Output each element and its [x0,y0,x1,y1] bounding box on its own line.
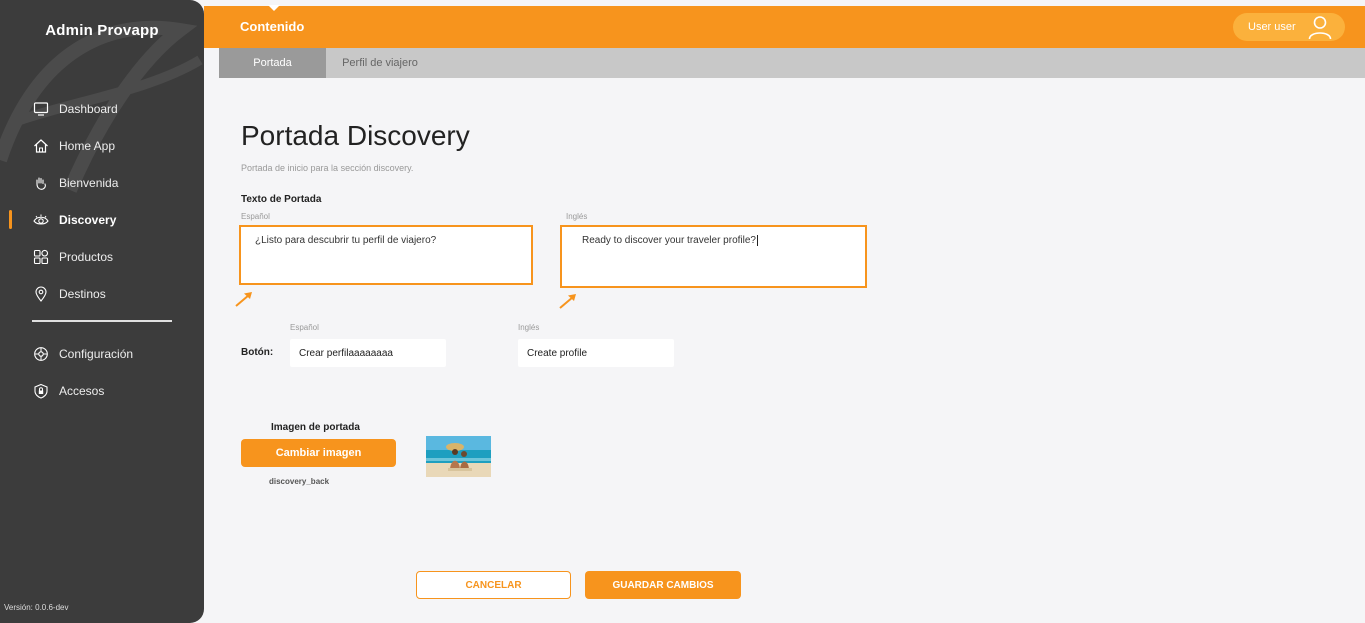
change-image-button[interactable]: Cambiar imagen [241,439,396,467]
sidebar-secondary-nav: Configuración Accesos [0,335,204,409]
cover-text-es-label: Español [241,212,270,221]
text-cursor [756,235,758,246]
button-en-input[interactable]: Create profile [518,339,674,367]
sidebar-nav: Dashboard Home App Bienvenida Discovery … [0,90,204,312]
cover-text-en-textarea[interactable]: Ready to discover your traveler profile? [560,225,867,288]
arrow-up-right-icon [235,292,252,307]
section-notch [268,5,280,11]
gear-icon [32,345,50,363]
cancel-button[interactable]: CANCELAR [416,571,571,599]
app-brand: Admin Provapp [45,22,159,39]
button-en-label: Inglés [518,323,540,332]
sidebar-item-configuracion[interactable]: Configuración [0,335,204,372]
cover-image-thumbnail [426,436,491,477]
sidebar-item-label: Bienvenida [59,175,119,190]
sidebar-item-dashboard[interactable]: Dashboard [0,90,204,127]
eye-icon [32,211,50,229]
sidebar-item-discovery[interactable]: Discovery [0,201,204,238]
button-es-label: Español [290,323,319,332]
home-icon [32,137,50,155]
monitor-icon [32,100,50,118]
content-tabs: Portada Perfil de viajero [219,48,1365,78]
sidebar-item-label: Accesos [59,383,105,398]
shield-lock-icon [32,382,50,400]
sidebar-item-accesos[interactable]: Accesos [0,372,204,409]
section-title: Contenido [240,19,305,34]
sidebar-item-home-app[interactable]: Home App [0,127,204,164]
location-pin-icon [32,285,50,303]
wave-hand-icon [32,174,50,192]
arrow-up-right-icon [559,294,576,309]
app-version: Versión: 0.0.6-dev [4,603,69,612]
button-es-input[interactable]: Crear perfilaaaaaaaa [290,339,446,367]
tab-portada[interactable]: Portada [219,48,326,78]
tab-perfil-de-viajero[interactable]: Perfil de viajero [326,48,434,78]
sidebar-item-label: Productos [59,249,114,264]
button-field-label: Botón: [241,347,274,358]
page-title: Portada Discovery [241,120,470,151]
cover-text-label: Texto de Portada [241,194,322,205]
sidebar-item-label: Home App [59,138,116,153]
cover-text-en-value: Ready to discover your traveler profile? [582,235,756,247]
cover-image-label: Imagen de portada [271,422,360,433]
sidebar: Admin Provapp Dashboard Home App Bienven… [0,0,204,623]
cover-text-es-textarea[interactable]: ¿Listo para descubrir tu perfil de viaje… [239,225,533,285]
sidebar-item-label: Configuración [59,346,134,361]
sidebar-item-label: Discovery [59,212,117,227]
sidebar-item-destinos[interactable]: Destinos [0,275,204,312]
cover-text-en-label: Inglés [566,212,588,221]
save-changes-button[interactable]: GUARDAR CAMBIOS [585,571,741,599]
user-menu-button[interactable]: User user [1233,13,1345,41]
user-name: User user [1248,21,1296,33]
sidebar-divider [32,320,172,322]
top-bar: Contenido User user [204,5,1365,48]
sidebar-item-label: Destinos [59,286,106,301]
sidebar-item-bienvenida[interactable]: Bienvenida [0,164,204,201]
beach-photo-icon [426,436,491,477]
page-subtitle: Portada de inicio para la sección discov… [241,163,414,173]
user-avatar-icon [1308,16,1332,40]
grid-icon [32,248,50,266]
image-file-name: discovery_back [269,477,330,486]
sidebar-item-label: Dashboard [59,101,118,116]
sidebar-item-productos[interactable]: Productos [0,238,204,275]
